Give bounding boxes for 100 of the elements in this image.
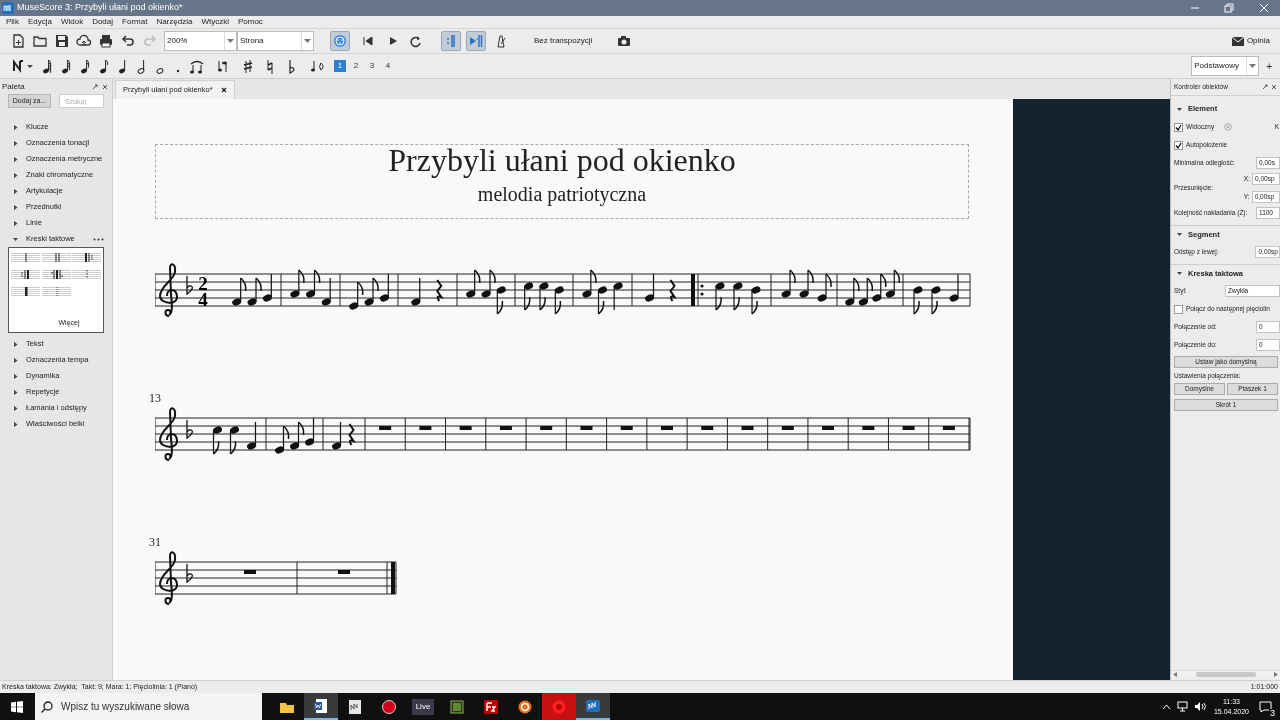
dropdown-arrow-icon [304, 39, 311, 43]
collapse-arrow-icon[interactable] [13, 236, 18, 242]
more-options-icon[interactable] [93, 237, 104, 241]
new-file-icon[interactable] [10, 33, 26, 49]
expand-arrow-icon[interactable] [13, 373, 18, 379]
voice-button[interactable]: 1 [334, 60, 346, 72]
cloud-upload-icon[interactable] [76, 33, 92, 49]
close-icon[interactable] [102, 83, 108, 90]
thirty-second-note-icon[interactable] [60, 58, 72, 74]
barline-icon[interactable] [11, 285, 40, 298]
metronome-icon [494, 34, 508, 48]
zoom-dropdown[interactable]: 200% [164, 31, 237, 51]
sixteenth-note-icon[interactable] [79, 58, 91, 74]
app-logo-icon [2, 2, 14, 14]
close-icon[interactable] [1271, 84, 1277, 90]
checkbox[interactable] [1174, 122, 1183, 132]
checkbox[interactable] [1174, 304, 1183, 314]
print-icon[interactable] [98, 33, 114, 49]
windows-logo-icon[interactable] [11, 700, 23, 713]
eighth-note-icon[interactable] [98, 58, 110, 74]
tie-icon[interactable] [189, 58, 205, 74]
score-subtitle: melodia patriotyczna [477, 183, 647, 205]
app-icon: Live [412, 698, 434, 715]
up-caret-icon[interactable] [1161, 703, 1171, 710]
workspace-dropdown[interactable]: Podstawowy [1191, 56, 1260, 76]
undo-icon[interactable] [120, 33, 136, 49]
float-panel-icon[interactable] [92, 83, 98, 90]
transpose-button[interactable]: Bez transpozycji [532, 35, 595, 47]
expand-arrow-icon[interactable] [13, 341, 18, 347]
sixty-fourth-note-icon[interactable] [41, 58, 53, 74]
float-panel-icon[interactable] [1262, 84, 1268, 90]
ftp-client-icon [483, 698, 499, 715]
notification-count: 3 [1269, 708, 1276, 718]
score-document-icon [347, 698, 363, 715]
barline-icon[interactable] [72, 251, 102, 264]
ring-icon [517, 698, 533, 715]
voice-button[interactable]: 4 [382, 60, 394, 72]
collapse-arrow-icon[interactable] [1177, 271, 1182, 276]
natural-icon[interactable] [265, 58, 275, 74]
collapse-arrow-icon[interactable] [1177, 106, 1182, 112]
window-title: MuseScore 3: Przybyli ułani pod okienko* [17, 1, 183, 15]
menu-item[interactable]: Plik [6, 16, 19, 28]
menu-item[interactable]: Edycja [27, 16, 52, 28]
rewind-icon[interactable] [361, 34, 375, 48]
expand-arrow-icon[interactable] [13, 172, 18, 178]
left-arrow-icon[interactable] [1173, 672, 1177, 677]
checkmark-icon [1175, 123, 1182, 131]
restore-icon[interactable] [1224, 3, 1234, 13]
collapse-arrow-icon[interactable] [1177, 232, 1182, 237]
speaker-icon[interactable] [1193, 701, 1206, 712]
view-mode-dropdown[interactable]: Strona [237, 31, 314, 51]
loop-icon [408, 34, 422, 48]
voice-button[interactable]: 3 [366, 60, 378, 72]
menu-item[interactable]: Dodaj [92, 16, 114, 28]
sharp-icon[interactable] [243, 58, 253, 74]
save-icon[interactable] [54, 33, 70, 49]
expand-arrow-icon[interactable] [13, 124, 18, 130]
network-icon[interactable] [1176, 701, 1189, 712]
right-arrow-icon[interactable] [1274, 672, 1278, 677]
search-icon [41, 701, 53, 713]
taskbar-search-field[interactable]: Wpisz tu wyszukiwane słowa [35, 693, 262, 720]
midi-input-button[interactable] [330, 31, 350, 51]
close-icon[interactable] [220, 87, 227, 93]
expand-arrow-icon[interactable] [13, 140, 18, 146]
expand-arrow-icon[interactable] [13, 188, 18, 194]
notification-icon[interactable] [1259, 700, 1272, 713]
envelope-icon [1231, 36, 1244, 46]
checkmark-icon [1175, 141, 1182, 149]
browser-icon [551, 698, 567, 715]
menu-item[interactable]: Widok [60, 16, 84, 28]
feedback-button[interactable]: Opinia [1231, 35, 1270, 47]
play-repeats-icon [469, 34, 483, 48]
horizontal-scrollbar[interactable] [1171, 670, 1280, 678]
expand-arrow-icon[interactable] [13, 204, 18, 210]
menu-item[interactable]: Wtyczki [201, 16, 229, 28]
barline-icon[interactable] [11, 268, 40, 281]
taskbar-app-button[interactable]: Live [406, 693, 440, 720]
menu-item[interactable]: Pomoc [237, 16, 263, 28]
note-input-icon[interactable] [12, 59, 34, 73]
dropdown-arrow-icon [1249, 64, 1257, 68]
flat-icon[interactable] [287, 58, 297, 74]
expand-arrow-icon[interactable] [13, 156, 18, 162]
play-repeats-button[interactable] [466, 31, 486, 51]
menu-item[interactable]: Format [122, 16, 148, 28]
add-workspace-button[interactable]: + [1266, 58, 1272, 74]
checkbox[interactable] [1174, 140, 1183, 150]
expand-arrow-icon[interactable] [13, 220, 18, 226]
expand-arrow-icon[interactable] [13, 389, 18, 395]
expand-arrow-icon[interactable] [13, 405, 18, 411]
voice-flip-icon[interactable] [309, 58, 325, 74]
taskbar-app-button[interactable] [304, 693, 338, 720]
camera-icon[interactable] [617, 34, 632, 48]
voice-button[interactable]: 2 [350, 60, 362, 72]
folder-icon[interactable] [32, 33, 48, 49]
menu-item[interactable]: Narzędzia [156, 16, 193, 28]
expand-arrow-icon[interactable] [13, 421, 18, 427]
barline-icon[interactable] [41, 268, 71, 281]
flip-direction-icon[interactable] [216, 58, 230, 74]
measure-number: 13 [149, 392, 161, 404]
expand-arrow-icon[interactable] [13, 357, 18, 363]
